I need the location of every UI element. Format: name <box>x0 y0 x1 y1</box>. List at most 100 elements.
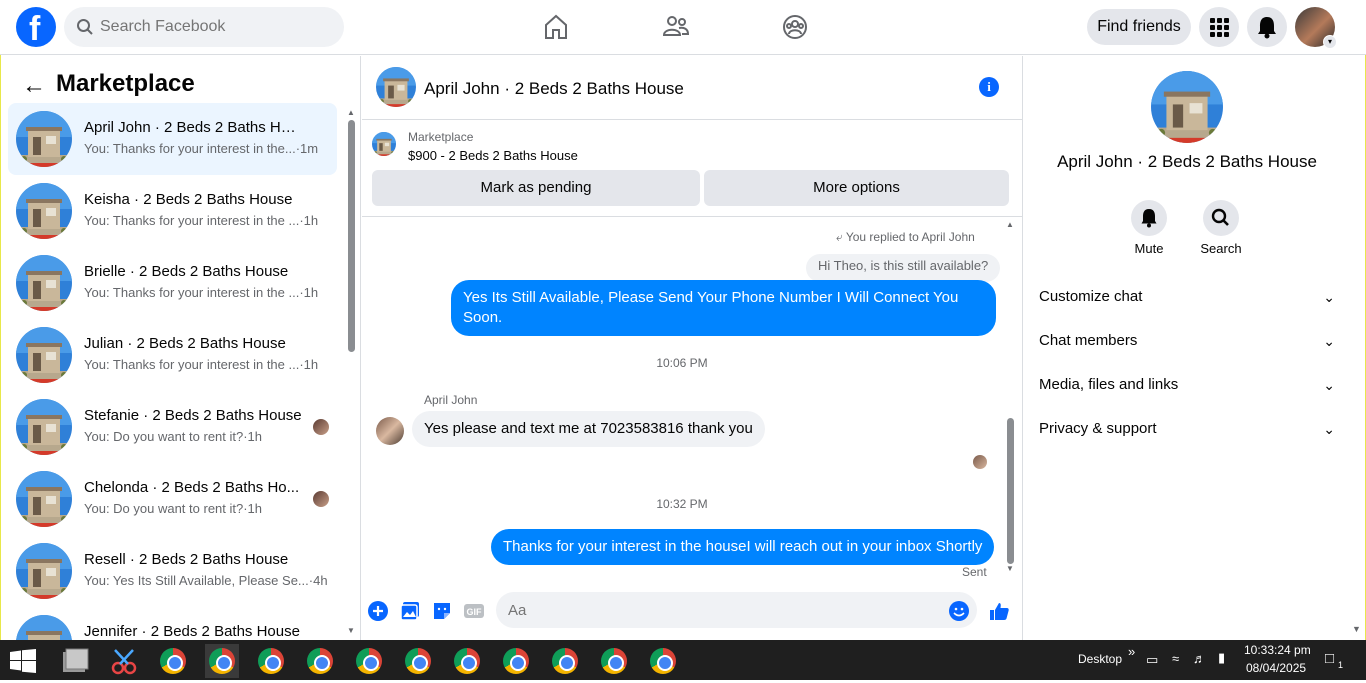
conversation-item[interactable]: Jennifer · 2 Beds 2 Baths House <box>8 607 337 640</box>
listing-thumbnail <box>16 615 72 640</box>
listing-thumbnail <box>16 327 72 383</box>
scroll-down-icon[interactable]: ▼ <box>1006 564 1014 573</box>
conversation-item[interactable]: Resell · 2 Beds 2 Baths House You: Yes It… <box>8 535 337 607</box>
chrome-icon <box>356 648 382 674</box>
groups-icon[interactable] <box>780 12 810 42</box>
chrome-window-icon[interactable] <box>646 644 680 678</box>
clock-date[interactable]: 08/04/2025 <box>1246 661 1306 675</box>
chat-title[interactable]: April John · 2 Beds 2 Baths House <box>424 79 684 99</box>
scroll-down-icon[interactable]: ▼ <box>347 626 355 635</box>
outgoing-message[interactable]: Thanks for your interest in the houseI w… <box>491 529 995 565</box>
file-explorer-icon[interactable] <box>58 644 92 678</box>
customize-chat-row[interactable]: Customize chat ⌄ <box>1039 277 1335 317</box>
left-scrollbar[interactable]: ▲ ▼ <box>346 108 356 638</box>
chrome-icon <box>405 648 431 674</box>
message-input[interactable] <box>496 592 977 628</box>
conversation-item[interactable]: Julian · 2 Beds 2 Baths House You: Thanks… <box>8 319 337 391</box>
search-icon <box>77 19 93 35</box>
mute-button[interactable] <box>1131 200 1167 236</box>
gif-icon[interactable]: GIF <box>463 600 485 622</box>
chrome-window-icon[interactable] <box>205 644 239 678</box>
conversation-name: Jennifer · 2 Beds 2 Baths House <box>84 623 300 640</box>
conversation-item[interactable]: Keisha · 2 Beds 2 Baths House You: Thanks… <box>8 175 337 247</box>
find-friends-button[interactable]: Find friends <box>1087 9 1191 45</box>
scroll-thumb[interactable] <box>1007 418 1014 564</box>
chrome-window-icon[interactable] <box>499 644 533 678</box>
grid-icon <box>1210 18 1229 37</box>
more-options-button[interactable]: More options <box>704 170 1009 206</box>
page-title: Marketplace <box>56 70 195 97</box>
windows-start-icon[interactable] <box>10 649 36 673</box>
volume-icon[interactable]: ♬ <box>1193 651 1206 666</box>
search-input[interactable] <box>100 7 330 47</box>
privacy-support-row[interactable]: Privacy & support ⌄ <box>1039 409 1335 449</box>
conversation-preview: You: Do you want to rent it?·1h <box>84 429 263 444</box>
chat-scrollbar[interactable]: ▲ ▼ <box>1005 220 1015 576</box>
facebook-logo[interactable]: f <box>16 7 56 48</box>
chevron-up-icon[interactable]: » <box>1128 644 1135 659</box>
seen-indicator-avatar <box>973 455 987 469</box>
conversation-item[interactable]: Chelonda · 2 Beds 2 Baths Ho... You: Do y… <box>8 463 337 535</box>
scroll-thumb[interactable] <box>348 120 355 352</box>
chrome-window-icon[interactable] <box>401 644 435 678</box>
sender-avatar[interactable] <box>376 417 404 445</box>
scroll-down-icon[interactable]: ▼ <box>1352 624 1361 634</box>
listing-thumbnail[interactable] <box>372 132 396 156</box>
incoming-message[interactable]: Yes please and text me at 7023583816 tha… <box>412 411 765 447</box>
menu-button[interactable] <box>1199 7 1239 47</box>
conversation-item[interactable]: Stefanie · 2 Beds 2 Baths House You: Do y… <box>8 391 337 463</box>
scroll-up-icon[interactable]: ▲ <box>1006 220 1014 229</box>
chat-members-row[interactable]: Chat members ⌄ <box>1039 321 1335 361</box>
chrome-window-icon[interactable] <box>548 644 582 678</box>
media-files-links-row[interactable]: Media, files and links ⌄ <box>1039 365 1335 405</box>
search-box[interactable] <box>64 7 344 47</box>
chrome-window-icon[interactable] <box>254 644 288 678</box>
friends-icon[interactable] <box>661 12 691 42</box>
like-icon[interactable] <box>988 600 1010 622</box>
photo-icon[interactable] <box>399 600 421 622</box>
notification-center-icon[interactable]: □ <box>1325 650 1334 667</box>
search-action[interactable]: Search <box>1191 200 1251 256</box>
bell-icon <box>1141 209 1157 228</box>
listing-title[interactable]: $900 - 2 Beds 2 Baths House <box>408 148 578 163</box>
emoji-icon[interactable] <box>948 600 970 622</box>
chrome-window-icon[interactable] <box>450 644 484 678</box>
details-avatar[interactable] <box>1151 71 1223 143</box>
mute-action[interactable]: Mute <box>1119 200 1179 256</box>
network-activity-icon[interactable]: ▮ <box>1218 650 1225 666</box>
search-button[interactable] <box>1203 200 1239 236</box>
wifi-icon[interactable]: ≈ <box>1172 651 1179 666</box>
chevron-down-icon: ⌄ <box>1323 289 1335 305</box>
conversation-item[interactable]: Brielle · 2 Beds 2 Baths House You: Thank… <box>8 247 337 319</box>
chrome-window-icon[interactable] <box>352 644 386 678</box>
notifications-button[interactable] <box>1247 7 1287 47</box>
sticker-icon[interactable] <box>431 600 453 622</box>
back-arrow-icon[interactable]: ← <box>22 72 46 100</box>
quoted-message[interactable]: Hi Theo, is this still available? <box>806 254 1001 282</box>
plus-icon[interactable] <box>367 600 389 622</box>
profile-avatar[interactable]: ▾ <box>1295 7 1337 49</box>
mark-as-pending-button[interactable]: Mark as pending <box>372 170 700 206</box>
info-icon[interactable]: i <box>979 77 999 97</box>
battery-icon[interactable]: ▭ <box>1146 652 1158 668</box>
chrome-icon <box>650 648 676 674</box>
clock-time[interactable]: 10:33:24 pm <box>1244 643 1311 657</box>
snipping-tool-icon[interactable] <box>107 644 141 678</box>
marketplace-label: Marketplace <box>408 130 474 144</box>
desktop-label[interactable]: Desktop <box>1078 652 1122 666</box>
chevron-down-icon: ⌄ <box>1323 377 1335 393</box>
timestamp: 10:06 PM <box>656 356 708 370</box>
windows-taskbar: Desktop » ▭ ≈ ♬ ▮ 10:33:24 pm 08/04/2025… <box>0 640 1366 680</box>
chat-avatar[interactable] <box>376 67 416 107</box>
outgoing-message[interactable]: Yes Its Still Available, Please Send You… <box>451 280 996 336</box>
scroll-up-icon[interactable]: ▲ <box>347 108 355 117</box>
conversation-item[interactable]: April John · 2 Beds 2 Baths House You: Th… <box>8 103 337 175</box>
home-icon[interactable] <box>541 12 571 42</box>
chrome-window-icon[interactable] <box>156 644 190 678</box>
chrome-icon <box>503 648 529 674</box>
conversation-name: Resell · 2 Beds 2 Baths House <box>84 551 289 568</box>
chrome-window-icon[interactable] <box>597 644 631 678</box>
chrome-window-icon[interactable] <box>303 644 337 678</box>
chevron-down-icon: ⌄ <box>1323 333 1335 349</box>
listing-thumbnail <box>16 255 72 311</box>
